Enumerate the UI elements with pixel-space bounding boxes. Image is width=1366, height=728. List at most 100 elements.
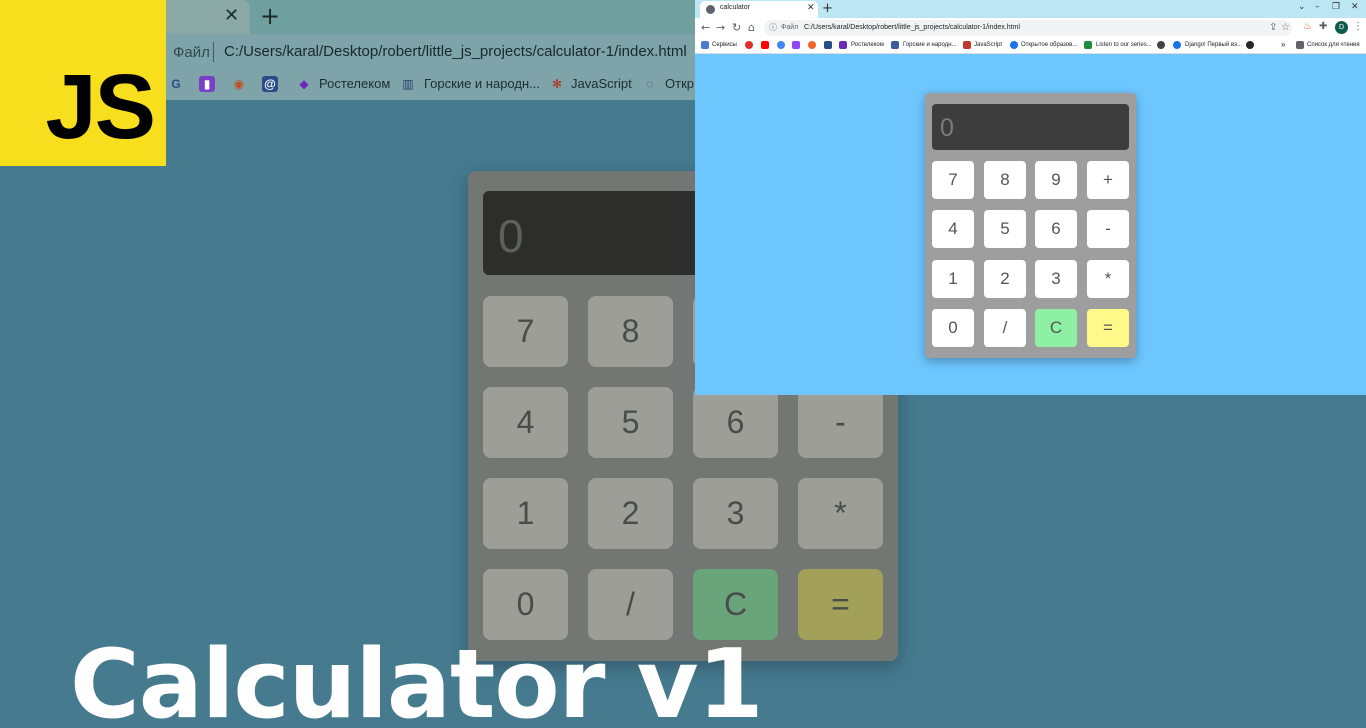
bookmark-listen[interactable]: Listen to our series... — [1096, 42, 1152, 48]
background-display-value: 0 — [498, 210, 524, 262]
opera-icon[interactable] — [745, 41, 753, 49]
minimize-icon[interactable]: – — [1315, 2, 1320, 12]
more-bookmarks-chevron-icon[interactable]: » — [1281, 40, 1285, 49]
address-bar[interactable]: ⓘ Файл C:/Users/karal/Desktop/robert/lit… — [764, 20, 1292, 36]
background-bookmark-gorskie[interactable]: Горские и народн... — [424, 76, 540, 91]
youtube-icon[interactable] — [761, 41, 769, 49]
extensions-puzzle-icon[interactable]: ✚ — [1319, 21, 1327, 32]
background-key-3[interactable]: 3 — [693, 478, 778, 549]
forward-arrow-icon[interactable]: → — [716, 21, 725, 34]
maximize-icon[interactable]: ❐ — [1332, 2, 1340, 12]
mail-at-icon[interactable]: @ — [262, 76, 278, 92]
gear-icon[interactable] — [1157, 41, 1165, 49]
tab-strip: calculator ✕ + ⌄ – ❐ ✕ — [695, 0, 1366, 18]
key-multiply[interactable]: * — [1087, 260, 1129, 298]
javascript-figure-icon-small[interactable] — [963, 41, 971, 49]
background-key-2[interactable]: 2 — [588, 478, 673, 549]
background-key-6[interactable]: 6 — [693, 387, 778, 458]
background-tab-close-icon[interactable]: ✕ — [224, 5, 239, 26]
tab-calculator[interactable]: calculator ✕ — [700, 1, 818, 18]
key-1[interactable]: 1 — [932, 260, 974, 298]
key-7[interactable]: 7 — [932, 161, 974, 199]
key-equals[interactable]: = — [1087, 309, 1129, 347]
background-bookmark-open-education[interactable]: Откр — [665, 76, 694, 91]
background-key-7[interactable]: 7 — [483, 296, 568, 367]
key-8[interactable]: 8 — [984, 161, 1026, 199]
key-clear[interactable]: C — [1035, 309, 1077, 347]
background-key-4[interactable]: 4 — [483, 387, 568, 458]
key-4[interactable]: 4 — [932, 210, 974, 248]
reading-list-icon[interactable] — [1296, 41, 1304, 49]
share-icon[interactable]: ⇪ — [1269, 22, 1277, 33]
headline-title: Calculator v1 — [70, 630, 764, 728]
background-key-8[interactable]: 8 — [588, 296, 673, 367]
js-logo-text: JS — [45, 56, 156, 158]
key-minus[interactable]: - — [1087, 210, 1129, 248]
key-9[interactable]: 9 — [1035, 161, 1077, 199]
background-address-separator — [213, 42, 214, 62]
tab-title: calculator — [720, 4, 750, 11]
menu-kebab-icon[interactable]: ⋮ — [1353, 21, 1363, 32]
bookmark-star-icon[interactable]: ☆ — [1281, 22, 1290, 33]
background-bookmark-javascript[interactable]: JavaScript — [571, 76, 632, 91]
loading-ring-icon[interactable]: ◌ — [642, 76, 658, 92]
location-icon-small[interactable] — [808, 41, 816, 49]
key-0[interactable]: 0 — [932, 309, 974, 347]
google-icon[interactable]: G — [168, 76, 184, 92]
bookmark-rostelecom[interactable]: Ростелеком — [851, 42, 884, 48]
home-icon[interactable]: ⌂ — [748, 21, 755, 34]
calculator: 0 7 8 9 + 4 5 6 - 1 2 3 * 0 / C = — [925, 93, 1136, 358]
twitch-icon-small[interactable] — [792, 41, 800, 49]
bookmark-reading-list[interactable]: Список для чтения — [1307, 42, 1360, 48]
calculator-display: 0 — [932, 104, 1129, 150]
background-new-tab-icon[interactable]: + — [260, 2, 280, 30]
reload-icon[interactable]: ↻ — [732, 21, 741, 34]
key-3[interactable]: 3 — [1035, 260, 1077, 298]
background-address-url[interactable]: C:/Users/karal/Desktop/robert/little_js_… — [224, 43, 687, 60]
address-url[interactable]: C:/Users/karal/Desktop/robert/little_js_… — [804, 24, 1020, 31]
chart-icon-small[interactable] — [891, 41, 899, 49]
chart-bars-icon[interactable]: ▥ — [400, 76, 416, 92]
key-5[interactable]: 5 — [984, 210, 1026, 248]
new-tab-icon[interactable]: + — [822, 1, 833, 16]
display-value: 0 — [940, 114, 954, 142]
bookmark-javascript[interactable]: JavaScript — [974, 42, 1002, 48]
key-6[interactable]: 6 — [1035, 210, 1077, 248]
bookmark-open-education[interactable]: Открытое образов... — [1021, 42, 1077, 48]
key-2[interactable]: 2 — [984, 260, 1026, 298]
apps-grid-icon[interactable] — [701, 41, 709, 49]
profile-avatar[interactable]: D — [1335, 21, 1348, 34]
back-arrow-icon[interactable]: ← — [701, 21, 710, 34]
location-pin-icon[interactable]: ◉ — [231, 76, 247, 92]
background-key-equals[interactable]: = — [798, 569, 883, 640]
bookmark-services[interactable]: Сервисы — [712, 42, 737, 48]
background-key-5[interactable]: 5 — [588, 387, 673, 458]
browser-toolbar: ← → ↻ ⌂ ⓘ Файл C:/Users/karal/Desktop/ro… — [695, 18, 1366, 38]
key-plus[interactable]: + — [1087, 161, 1129, 199]
google-icon-small[interactable] — [777, 41, 785, 49]
key-divide[interactable]: / — [984, 309, 1026, 347]
bookmarks-bar: Сервисы Ростелеком Горские и народн... J… — [695, 38, 1366, 54]
rostelecom-icon[interactable]: ◆ — [296, 76, 312, 92]
background-key-multiply[interactable]: * — [798, 478, 883, 549]
background-key-1[interactable]: 1 — [483, 478, 568, 549]
tab-search-chevron-icon[interactable]: ⌄ — [1298, 2, 1306, 12]
github-icon[interactable] — [1246, 41, 1254, 49]
loading-icon-small[interactable] — [1010, 41, 1018, 49]
bookmark-gorskie[interactable]: Горские и народн... — [903, 42, 957, 48]
globe-icon — [706, 5, 715, 14]
background-bookmark-rostelecom[interactable]: Ростелеком — [319, 76, 390, 91]
bookmark-django[interactable]: Django! Первый вэ... — [1185, 42, 1242, 48]
info-icon[interactable]: ⓘ — [769, 22, 777, 33]
mail-icon-small[interactable] — [824, 41, 832, 49]
django-icon[interactable] — [1173, 41, 1181, 49]
background-key-minus[interactable]: - — [798, 387, 883, 458]
extension-flame-icon[interactable]: ♨ — [1303, 21, 1312, 32]
clover-icon[interactable] — [1084, 41, 1092, 49]
window-close-icon[interactable]: ✕ — [1351, 2, 1359, 12]
rostelecom-icon-small[interactable] — [839, 41, 847, 49]
javascript-figure-icon[interactable]: ✻ — [549, 76, 565, 92]
browser-window: calculator ✕ + ⌄ – ❐ ✕ ← → ↻ ⌂ ⓘ Файл C:… — [695, 0, 1366, 395]
twitch-icon[interactable]: ▮ — [199, 76, 215, 92]
tab-close-icon[interactable]: ✕ — [807, 3, 815, 13]
